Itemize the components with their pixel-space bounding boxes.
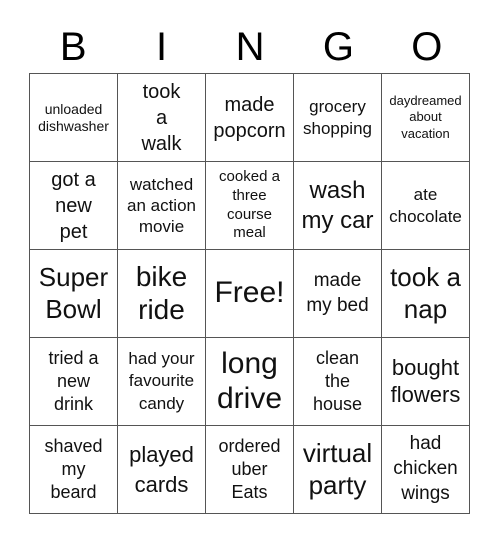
- bingo-cell[interactable]: grocery shopping: [294, 74, 382, 162]
- bingo-cell[interactable]: tried a new drink: [30, 338, 118, 426]
- bingo-cell[interactable]: ordered uber Eats: [206, 426, 294, 514]
- bingo-cell[interactable]: bike ride: [118, 250, 206, 338]
- bingo-cell[interactable]: bought flowers: [382, 338, 470, 426]
- bingo-grid: unloaded dishwasher took a walk made pop…: [29, 73, 470, 514]
- bingo-cell[interactable]: played cards: [118, 426, 206, 514]
- bingo-cell[interactable]: took a nap: [382, 250, 470, 338]
- header-letter-o: O: [411, 25, 443, 69]
- bingo-cell[interactable]: wash my car: [294, 162, 382, 250]
- bingo-cell[interactable]: made my bed: [294, 250, 382, 338]
- bingo-cell[interactable]: had your favourite candy: [118, 338, 206, 426]
- bingo-cell[interactable]: cooked a three course meal: [206, 162, 294, 250]
- bingo-cell[interactable]: Super Bowl: [30, 250, 118, 338]
- header-letter-g: G: [322, 25, 354, 69]
- bingo-cell[interactable]: took a walk: [118, 74, 206, 162]
- bingo-cell[interactable]: long drive: [206, 338, 294, 426]
- bingo-cell[interactable]: got a new pet: [30, 162, 118, 250]
- bingo-cell-free[interactable]: Free!: [206, 250, 294, 338]
- bingo-cell[interactable]: clean the house: [294, 338, 382, 426]
- bingo-cell[interactable]: made popcorn: [206, 74, 294, 162]
- bingo-cell[interactable]: had chicken wings: [382, 426, 470, 514]
- bingo-cell[interactable]: daydreamed about vacation: [382, 74, 470, 162]
- bingo-header: B I N G O: [29, 22, 471, 72]
- bingo-cell[interactable]: ate chocolate: [382, 162, 470, 250]
- header-letter-b: B: [59, 25, 87, 69]
- header-letter-n: N: [235, 25, 265, 69]
- bingo-cell[interactable]: watched an action movie: [118, 162, 206, 250]
- header-letter-i: I: [156, 25, 168, 69]
- bingo-cell[interactable]: virtual party: [294, 426, 382, 514]
- bingo-cell[interactable]: unloaded dishwasher: [30, 74, 118, 162]
- bingo-cell[interactable]: shaved my beard: [30, 426, 118, 514]
